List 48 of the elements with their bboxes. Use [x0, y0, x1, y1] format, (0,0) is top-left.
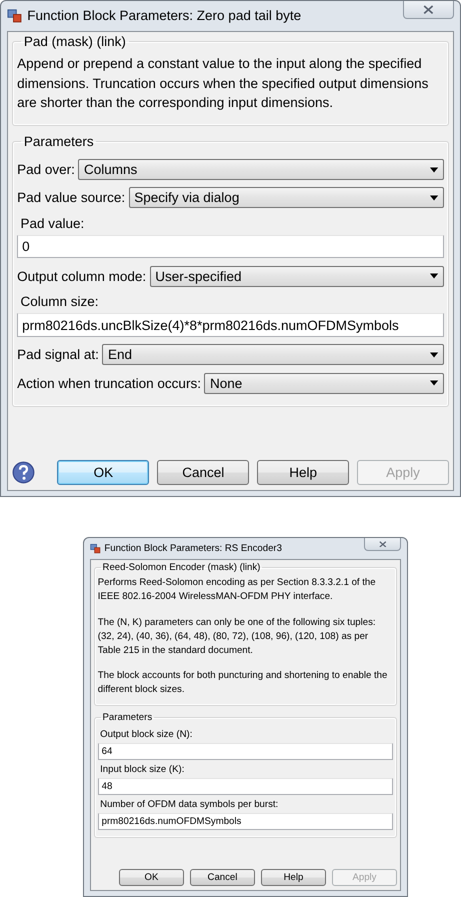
- app-icon: [90, 543, 101, 554]
- input-field[interactable]: 64: [98, 743, 394, 760]
- field-label: Pad signal at:: [17, 347, 99, 362]
- field-label: Pad value source:: [17, 190, 126, 206]
- description-text: The block accounts for both puncturing and shortening to enable the different block sizes.: [98, 668, 388, 697]
- input-field[interactable]: 48: [98, 778, 394, 795]
- dialog-button[interactable]: OK: [57, 460, 150, 485]
- group-title: Pad (mask) (link): [22, 34, 127, 50]
- input-field[interactable]: prm80216ds.uncBlkSize(4)*8*prm80216ds.numOFDMSymbols: [17, 313, 444, 337]
- dialog-button[interactable]: Cancel: [157, 460, 250, 485]
- field-label: Column size:: [20, 294, 100, 310]
- description-text: The (N, K) parameters can only be one of the following six tuples: (32, 24), (40, 36), (64, 48), (80, 72), (108, 96), (120, 108) as per Table 215 in the standard document.: [98, 616, 377, 658]
- input-field[interactable]: prm80216ds.numOFDMSymbols: [98, 813, 394, 830]
- dropdown[interactable]: End: [102, 344, 444, 366]
- description-text: Performs Reed-Solomon encoding as per Section 8.3.3.2.1 of the IEEE 802.16-2004 WirelessMAN-OFDM PHY interface.: [98, 576, 377, 604]
- dropdown[interactable]: User-specified: [150, 266, 444, 287]
- help-icon[interactable]: [12, 460, 35, 484]
- close-icon: [378, 540, 387, 548]
- dialog-button[interactable]: Help: [260, 868, 326, 886]
- group-title: Reed-Solomon Encoder (mask) (link): [102, 562, 262, 574]
- dialog-button[interactable]: Cancel: [190, 868, 256, 886]
- field-label: Number of OFDM data symbols per burst:: [100, 799, 280, 810]
- dialog-button[interactable]: OK: [118, 868, 184, 886]
- caret-icon: [430, 273, 438, 280]
- field-label: Output block size (N):: [100, 729, 194, 740]
- field-label: Pad value:: [20, 216, 86, 231]
- caret-icon: [430, 380, 438, 386]
- app-icon: [7, 8, 22, 24]
- caret-icon: [430, 352, 438, 358]
- caret-icon: [430, 166, 438, 173]
- field-label: Action when truncation occurs:: [17, 376, 201, 391]
- dropdown[interactable]: None: [204, 372, 444, 394]
- close-button[interactable]: [403, 1, 454, 19]
- group-title: Parameters: [22, 134, 95, 149]
- description-text: Append or prepend a constant value to the input along the specified dimensions. Truncation occurs when the specified output dimensions are shorter than the corresponding input dimensions.: [17, 55, 430, 112]
- field-label: Output column mode:: [17, 268, 146, 284]
- dropdown[interactable]: Columns: [78, 159, 444, 180]
- field-label: Pad over:: [17, 162, 75, 178]
- dialog-button[interactable]: Help: [257, 460, 350, 485]
- close-button[interactable]: [364, 538, 401, 551]
- window-title: Function Block Parameters: Zero pad tail byte: [27, 8, 302, 24]
- caret-icon: [430, 194, 438, 201]
- close-icon: [423, 4, 434, 14]
- input-field[interactable]: 0: [17, 234, 444, 258]
- group-title: Parameters: [102, 712, 154, 724]
- dropdown[interactable]: Specify via dialog: [128, 187, 444, 208]
- window-title: Function Block Parameters: RS Encoder3: [104, 543, 283, 554]
- field-label: Input block size (K):: [100, 764, 186, 776]
